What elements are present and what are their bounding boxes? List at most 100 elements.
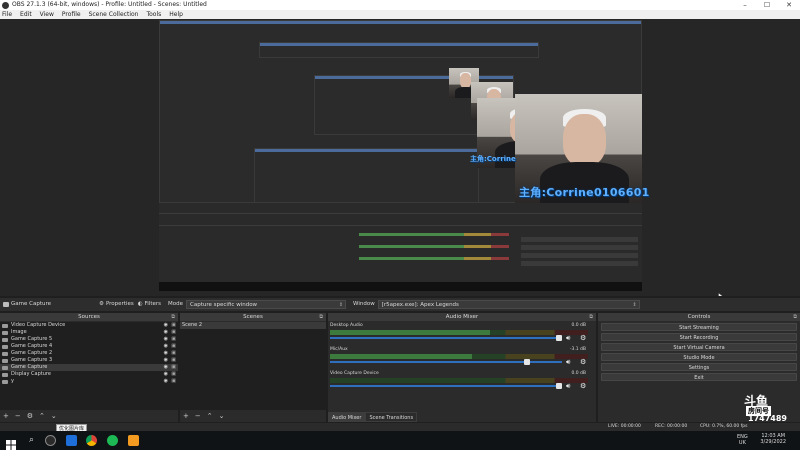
- eye-icon[interactable]: ◉: [164, 322, 168, 329]
- sources-toolbar: + − ⚙ ⌃ ⌄: [0, 410, 178, 422]
- start-streaming-button[interactable]: Start Streaming: [601, 323, 797, 331]
- move-down-button[interactable]: ⌄: [51, 412, 57, 420]
- lock-icon[interactable]: ▣: [171, 364, 176, 371]
- remove-source-button[interactable]: −: [15, 412, 21, 420]
- gear-icon[interactable]: ⚙: [580, 334, 586, 342]
- menu-file[interactable]: File: [2, 10, 12, 19]
- scene-item[interactable]: Scene 2: [180, 322, 326, 329]
- volume-slider-handle[interactable]: [556, 335, 562, 341]
- add-source-button[interactable]: +: [3, 412, 9, 420]
- close-button[interactable]: ✕: [778, 0, 800, 10]
- source-label: Display Capture: [11, 371, 51, 377]
- menu-help[interactable]: Help: [169, 10, 183, 19]
- add-scene-button[interactable]: +: [183, 412, 189, 420]
- source-settings-gear-icon[interactable]: ⚙: [27, 412, 33, 420]
- source-item[interactable]: Game Capture 2 ◉ ▣: [0, 350, 178, 357]
- move-up-button[interactable]: ⌃: [207, 412, 213, 420]
- minimize-button[interactable]: –: [734, 0, 756, 10]
- scenes-dock: Scenes ⧉ Scene 2 + − ⌃ ⌄: [180, 313, 326, 422]
- exit-button[interactable]: Exit: [601, 373, 797, 381]
- speaker-icon[interactable]: 🔊︎: [566, 334, 570, 343]
- preview-canvas[interactable]: [159, 20, 642, 291]
- source-item[interactable]: Video Capture Device ◉ ▣: [0, 322, 178, 329]
- volume-slider-handle[interactable]: [523, 359, 530, 365]
- search-icon[interactable]: ⌕: [26, 435, 37, 446]
- dock-float-icon[interactable]: ⧉: [793, 313, 797, 321]
- eye-icon[interactable]: ◉: [164, 336, 168, 343]
- windows-start-icon[interactable]: [6, 435, 16, 450]
- maximize-button[interactable]: ☐: [756, 0, 778, 10]
- lock-icon[interactable]: ▣: [171, 336, 176, 343]
- mixer-tabs: Audio Mixer Scene Transitions: [328, 412, 418, 422]
- start-virtual-camera-button[interactable]: Start Virtual Camera: [601, 343, 797, 351]
- region-code: UK: [738, 440, 746, 446]
- lock-icon[interactable]: ▣: [171, 371, 176, 378]
- volume-slider[interactable]: [330, 359, 562, 365]
- gamepad-icon: [2, 351, 8, 356]
- menu-view[interactable]: View: [40, 10, 54, 19]
- menu-tools[interactable]: Tools: [146, 10, 161, 19]
- obs-icon[interactable]: [45, 435, 56, 446]
- volume-slider-handle[interactable]: [556, 383, 562, 389]
- eye-icon[interactable]: ◉: [164, 364, 168, 371]
- lock-icon[interactable]: ▣: [171, 357, 176, 364]
- app-icon[interactable]: [128, 435, 139, 446]
- lock-icon[interactable]: ▣: [171, 322, 176, 329]
- tab-audio-mixer[interactable]: Audio Mixer: [328, 412, 366, 422]
- lock-icon[interactable]: ▣: [171, 343, 176, 350]
- source-item[interactable]: Game Capture 5 ◉ ▣: [0, 336, 178, 343]
- start-recording-button[interactable]: Start Recording: [601, 333, 797, 341]
- gear-icon: ⚙: [99, 301, 104, 307]
- dock-float-icon[interactable]: ⧉: [589, 313, 593, 321]
- window-icon: [2, 379, 8, 384]
- eye-icon[interactable]: ◉: [164, 343, 168, 350]
- selected-source-name: Game Capture: [11, 301, 51, 307]
- clock[interactable]: 12:03 AM 3/29/2022: [760, 433, 786, 445]
- source-item[interactable]: Image ◉ ▣: [0, 329, 178, 336]
- scenes-list[interactable]: Scene 2: [180, 322, 326, 410]
- sources-list[interactable]: Video Capture Device ◉ ▣ Image ◉ ▣ Game Capt…: [0, 322, 178, 410]
- source-item-selected[interactable]: Game Capture ◉ ▣: [0, 364, 178, 371]
- source-item[interactable]: y ◉ ▣: [0, 378, 178, 385]
- speaker-icon[interactable]: 🔊︎: [566, 382, 570, 391]
- window-select[interactable]: [r5apex.exe]: Apex Legends: [377, 300, 640, 310]
- spotify-icon[interactable]: [107, 435, 118, 446]
- lock-icon[interactable]: ▣: [171, 329, 176, 336]
- eye-icon[interactable]: ◉: [164, 329, 168, 336]
- gear-icon[interactable]: ⚙: [580, 358, 586, 366]
- filters-button[interactable]: ◐ Filters: [138, 298, 161, 311]
- source-item[interactable]: Game Capture 4 ◉ ▣: [0, 343, 178, 350]
- eye-icon[interactable]: ◉: [164, 378, 168, 385]
- dock-float-icon[interactable]: ⧉: [319, 313, 323, 321]
- lock-icon[interactable]: ▣: [171, 350, 176, 357]
- tab-scene-transitions[interactable]: Scene Transitions: [365, 412, 418, 422]
- volume-slider[interactable]: [330, 383, 562, 389]
- source-item[interactable]: Display Capture ◉ ▣: [0, 371, 178, 378]
- source-item[interactable]: Game Capture 3 ◉ ▣: [0, 357, 178, 364]
- obs-window: OBS 27.1.3 (64-bit, windows) - Profile: …: [0, 0, 800, 450]
- move-down-button[interactable]: ⌄: [219, 412, 225, 420]
- properties-button[interactable]: ⚙ Properties: [99, 298, 134, 311]
- preview-area[interactable]: 主角:Corrine 主角:Corrine0106601: [0, 19, 800, 296]
- chrome-icon[interactable]: [86, 435, 97, 446]
- mode-select[interactable]: Capture specific window: [186, 300, 347, 310]
- studio-mode-button[interactable]: Studio Mode: [601, 353, 797, 361]
- language-indicator[interactable]: ENG UK: [737, 434, 748, 446]
- dock-float-icon[interactable]: ⧉: [171, 313, 175, 321]
- eye-icon[interactable]: ◉: [164, 357, 168, 364]
- eye-icon[interactable]: ◉: [164, 371, 168, 378]
- eye-icon[interactable]: ◉: [164, 350, 168, 357]
- move-up-button[interactable]: ⌃: [39, 412, 45, 420]
- menu-scene-collection[interactable]: Scene Collection: [89, 10, 139, 19]
- gear-icon[interactable]: ⚙: [580, 382, 586, 390]
- menu-profile[interactable]: Profile: [62, 10, 81, 19]
- menu-edit[interactable]: Edit: [20, 10, 32, 19]
- lock-icon[interactable]: ▣: [171, 378, 176, 385]
- volume-slider[interactable]: [330, 335, 562, 341]
- edge-icon[interactable]: [66, 435, 77, 446]
- audio-mixer-dock: Audio Mixer ⧉ Desktop Audio 0.0 dB 🔊︎ ⚙ M…: [328, 313, 596, 422]
- mixer-channel: Desktop Audio 0.0 dB 🔊︎ ⚙: [330, 323, 590, 347]
- settings-button[interactable]: Settings: [601, 363, 797, 371]
- remove-scene-button[interactable]: −: [195, 412, 201, 420]
- speaker-icon[interactable]: 🔊︎: [566, 358, 570, 367]
